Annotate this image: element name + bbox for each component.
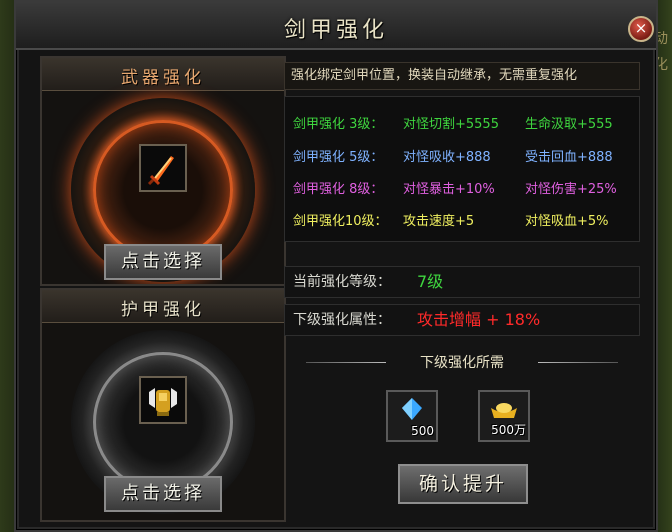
attribute-value: 受击回血+888 [525,150,613,165]
attribute-value: 对怪伤害+25% [525,182,617,197]
next-level-row: 下级强化属性： 攻击增幅 + 18% [284,304,640,336]
requirements-header: 下级强化所需 [302,354,622,371]
armor-select-button[interactable]: 点击选择 [104,476,222,512]
armor-panel: 护甲强化 点击选择 [40,288,286,522]
weapon-panel-title: 武器强化 [121,68,205,88]
description-text: 强化绑定剑甲位置，换装自动继承，无需重复强化 [284,62,640,90]
attribute-table: 剑甲强化 3级： 对怪切割+5555 生命汲取+555 剑甲强化 5级： 对怪吸… [284,96,640,242]
attribute-value: 对怪吸收+888 [403,150,491,165]
attribute-level: 剑甲强化 8级： [293,182,384,197]
weapon-panel: 武器强化 点击选择 [40,56,286,286]
gold-ingot-icon [491,403,517,418]
window-title: 剑甲强化 [283,18,388,43]
weapon-panel-header: 武器强化 [42,58,284,91]
current-level-value: 7级 [417,272,444,291]
attribute-level: 剑甲强化10级： [293,214,388,229]
attribute-level: 剑甲强化 3级： [293,117,384,132]
item-quantity: 500 [411,424,434,438]
armor-panel-header: 护甲强化 [42,290,284,323]
attribute-value: 对怪吸血+5% [525,214,609,229]
next-level-label: 下级强化属性： [293,312,391,328]
attribute-level: 剑甲强化 5级： [293,150,384,165]
requirement-item-crystal[interactable]: 500 [386,390,438,442]
requirement-item-gold[interactable]: 500万 [478,390,530,442]
armor-icon [149,388,177,416]
blue-crystal-icon [402,398,422,420]
weapon-select-button[interactable]: 点击选择 [104,244,222,280]
armor-slot[interactable] [139,376,187,424]
current-level-label: 当前强化等级： [293,274,391,290]
attribute-value: 对怪暴击+10% [403,182,495,197]
current-level-row: 当前强化等级： 7级 [284,266,640,298]
requirements-title: 下级强化所需 [420,355,504,371]
attribute-value: 攻击速度+5 [403,214,475,229]
sword-icon [147,156,174,186]
attribute-value: 生命汲取+555 [525,117,613,132]
weapon-slot[interactable] [139,144,187,192]
next-level-value: 攻击增幅 + 18% [417,310,541,329]
confirm-upgrade-button[interactable]: 确认提升 [398,464,528,504]
item-quantity: 500万 [491,423,526,437]
close-icon: × [634,19,648,37]
armor-panel-title: 护甲强化 [121,300,205,320]
enhancement-window: 剑甲强化 × 武器强化 点击选择 护甲强化 点击选择 强化绑定剑甲位置，换装自动… [14,0,658,532]
title-bar[interactable]: 剑甲强化 × [16,2,656,50]
attribute-value: 对怪切割+5555 [403,117,499,132]
close-button[interactable]: × [628,16,654,42]
